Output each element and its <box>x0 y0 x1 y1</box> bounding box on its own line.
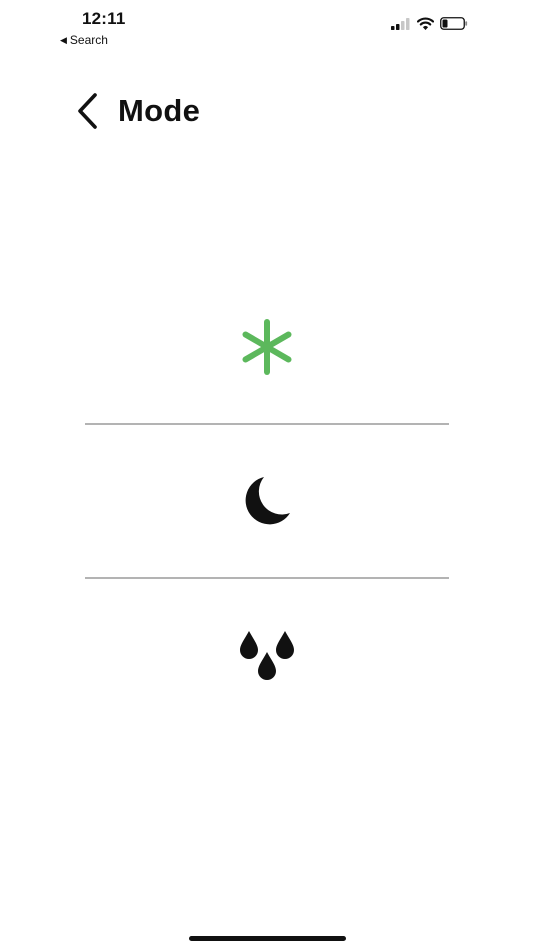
mode-list <box>85 270 449 731</box>
moon-icon <box>245 477 290 525</box>
mode-option-dry[interactable] <box>85 579 449 731</box>
back-to-search-link[interactable]: ◀ Search <box>60 33 108 47</box>
mode-option-cool[interactable] <box>85 270 449 423</box>
mode-option-sleep[interactable] <box>85 425 449 577</box>
cellular-signal-icon <box>391 17 410 30</box>
chevron-left-icon <box>78 93 97 129</box>
status-time: 12:11 <box>82 9 126 28</box>
battery-icon <box>440 17 468 30</box>
page-header: Mode <box>76 88 200 134</box>
snowflake-asterisk-icon <box>242 318 292 375</box>
water-drops-icon <box>240 631 294 680</box>
back-button[interactable] <box>76 91 108 131</box>
page-title: Mode <box>118 93 201 128</box>
wifi-icon <box>417 17 434 30</box>
status-indicators <box>391 17 468 30</box>
back-triangle-icon: ◀ <box>60 34 67 45</box>
back-to-search-label: Search <box>69 33 108 47</box>
home-indicator[interactable] <box>189 936 346 941</box>
